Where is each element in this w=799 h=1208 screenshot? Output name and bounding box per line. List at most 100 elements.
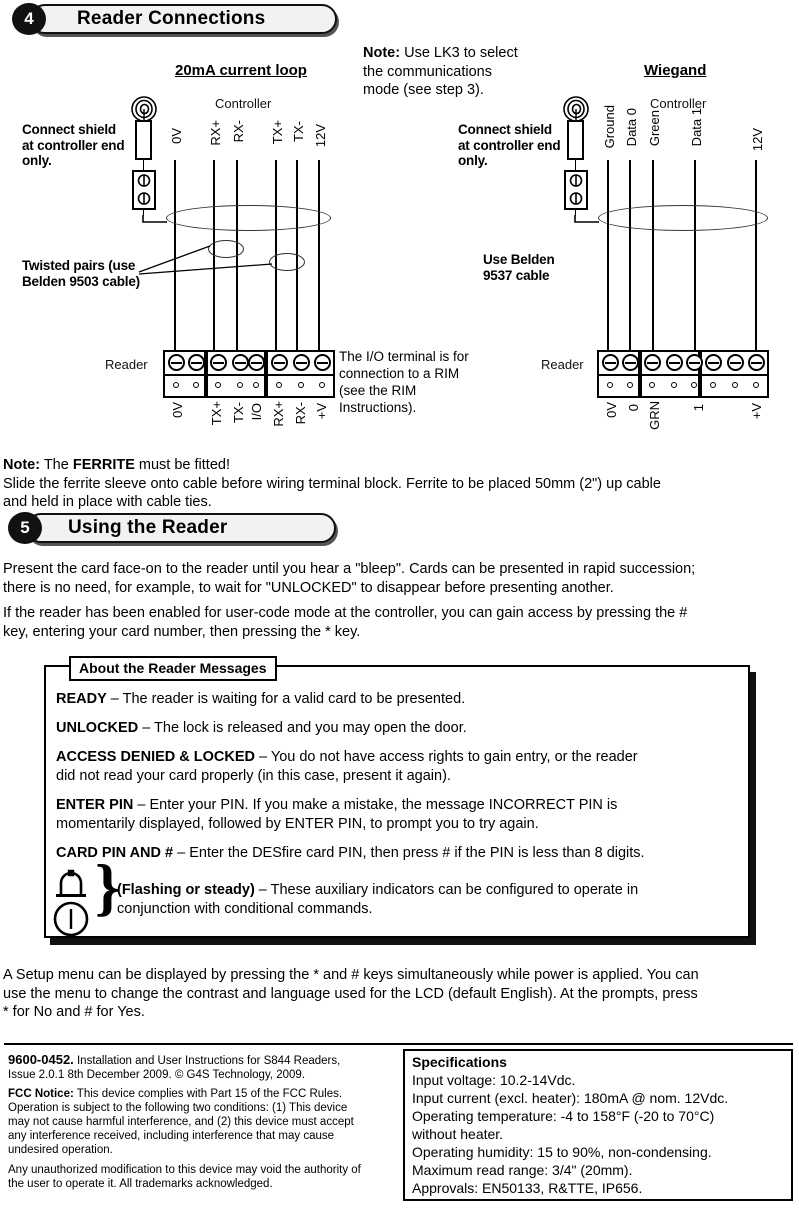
aux-term: (Flashing or steady)	[117, 882, 255, 898]
right-screw-3	[644, 354, 661, 371]
right-shield-terminal-screws	[569, 174, 583, 205]
right-screw-5	[686, 354, 703, 371]
left-terminal-hline	[163, 374, 335, 376]
setup-menu-paragraph: A Setup menu can be displayed by pressin…	[3, 966, 796, 1022]
message-term-ready: READY	[56, 691, 107, 707]
io-note-line1: The I/O terminal is for	[339, 349, 469, 364]
using-reader-para-1: Present the card face-on to the reader u…	[3, 560, 796, 597]
step-5-header: 5 Using the Reader	[8, 512, 338, 544]
right-hole-4	[671, 382, 677, 388]
left-reader-term-Vp: +V	[314, 403, 329, 420]
message-entry-unlocked: UNLOCKED – The lock is released and you …	[56, 719, 736, 738]
aux-line2: conjunction with conditional commands.	[117, 900, 373, 917]
left-cable-sheath	[166, 205, 331, 231]
left-hole-2	[193, 382, 199, 388]
right-terminal-hline	[597, 374, 769, 376]
right-screw-8	[748, 354, 765, 371]
left-shield-note: Connect shield at controller end only.	[22, 122, 147, 169]
step-4-header: 4 Reader Connections	[12, 3, 337, 35]
lk3-note-line2: the communications	[363, 63, 492, 80]
message-term-access-denied: ACCESS DENIED & LOCKED	[56, 749, 255, 765]
document-number: 9600-0452.	[8, 1052, 74, 1067]
lk3-note-line3: mode (see step 3).	[363, 82, 484, 98]
ferrite-note-label: Note:	[3, 457, 41, 473]
message-dash-unlocked: –	[138, 720, 155, 736]
left-reader-term-RXm: RX-	[293, 402, 308, 425]
using-reader-p2-line1: If the reader has been enabled for user-…	[3, 605, 688, 621]
spec-line-7: Approvals: EN50133, R&TTE, IP656.	[412, 1180, 643, 1196]
right-cable-sheath	[598, 205, 768, 231]
message-entry-access-denied: ACCESS DENIED & LOCKED – You do not have…	[56, 748, 746, 785]
using-reader-p2-line2: key, entering your card number, then pre…	[3, 623, 361, 640]
specifications-title: Specifications	[412, 1054, 507, 1070]
spec-line-6: Maximum read range: 3/4" (20mm).	[412, 1162, 633, 1178]
right-controller-term-12V: 12V	[750, 128, 765, 152]
ferrite-note-line2: Slide the ferrite sleeve onto cable befo…	[3, 475, 661, 492]
message-dash-card-pin: –	[173, 845, 190, 861]
right-reader-term-Vp: +V	[749, 403, 764, 420]
step-4-number: 4	[12, 3, 46, 35]
right-screw-6	[705, 354, 722, 371]
right-cable-note: Use Belden 9537 cable	[483, 252, 593, 283]
left-reader-term-IO: I/O	[249, 403, 264, 421]
right-shield-note-line3: only.	[458, 153, 488, 168]
left-hole-8	[319, 382, 325, 388]
right-reader-term-0: 0	[626, 404, 641, 412]
left-cable-note-line1: Twisted pairs (use	[22, 258, 136, 273]
message-entry-ready: READY – The reader is waiting for a vali…	[56, 690, 736, 709]
io-note-line3: (see the RIM	[339, 383, 417, 398]
fcc-line-1: This device complies with Part 15 of the…	[73, 1088, 343, 1100]
right-wire-ground	[607, 160, 609, 352]
left-screw-4	[232, 354, 249, 371]
message-dash-ready: –	[106, 691, 123, 707]
message-term-enter-pin: ENTER PIN	[56, 797, 134, 813]
right-cable-note-line1: Use Belden	[483, 252, 555, 267]
left-screw-3	[210, 354, 227, 371]
right-hole-5	[691, 382, 697, 388]
right-screw-1	[602, 354, 619, 371]
left-controller-term-0V: 0V	[169, 128, 184, 144]
io-terminal-note: The I/O terminal is for connection to a …	[339, 348, 489, 416]
message-term-unlocked: UNLOCKED	[56, 720, 139, 736]
left-reader-term-TXp: TX+	[209, 401, 224, 426]
step-5-number: 5	[8, 512, 42, 544]
ferrite-note: Note: The FERRITE must be fitted! Slide …	[3, 456, 793, 512]
left-shield-note-line2: at controller end	[22, 137, 125, 153]
mod-line-1: Any unauthorized modification to this de…	[8, 1164, 361, 1176]
lk3-note-label: Note:	[363, 45, 401, 61]
right-wire-green	[652, 160, 654, 352]
fcc-line-3: may not cause harmful interference, and …	[8, 1116, 354, 1128]
left-screw-8	[314, 354, 331, 371]
fcc-line-5: undesired operation.	[8, 1144, 113, 1156]
bell-icon	[56, 869, 86, 897]
right-hole-1	[607, 382, 613, 388]
left-screw-1	[168, 354, 185, 371]
right-hole-8	[753, 382, 759, 388]
left-reader-term-TXm: TX-	[231, 402, 246, 423]
left-hole-5	[253, 382, 259, 388]
right-hole-6	[710, 382, 716, 388]
spec-line-3: Operating temperature: -4 to 158°F (-20 …	[412, 1108, 715, 1124]
left-controller-term-TXm: TX-	[291, 121, 306, 142]
right-controller-term-ground: Ground	[602, 105, 617, 149]
left-reader-term-RXp: RX+	[271, 401, 286, 427]
message-desc-card-pin: Enter the DESfire card PIN, then press #…	[189, 845, 645, 861]
right-reader-term-GRN: GRN	[647, 401, 662, 430]
ferrite-note-line3: and held in place with cable ties.	[3, 494, 212, 510]
left-shield-wire-3	[142, 215, 167, 223]
using-reader-para-2: If the reader has been enabled for user-…	[3, 604, 796, 641]
right-shield-note-line2: at controller end	[458, 137, 561, 153]
right-controller-term-data1: Data 1	[689, 108, 704, 147]
message-dash-enter-pin: –	[133, 797, 150, 813]
right-shield-note-line1: Connect shield	[458, 122, 552, 137]
document-page: 4 Reader Connections Note: Use LK3 to se…	[0, 0, 799, 1208]
left-screw-2	[188, 354, 205, 371]
left-wire-12V	[318, 160, 320, 352]
left-shield-terminal-screws	[137, 174, 151, 205]
right-cable-note-line2: 9537 cable	[483, 267, 550, 283]
right-shield-spiral-icon	[563, 96, 589, 122]
fcc-notice-label: FCC Notice:	[8, 1088, 74, 1100]
left-shield-spiral-icon	[131, 96, 157, 122]
fcc-line-4: any interference received, including int…	[8, 1130, 335, 1142]
right-controller-term-green: Green	[647, 110, 662, 147]
